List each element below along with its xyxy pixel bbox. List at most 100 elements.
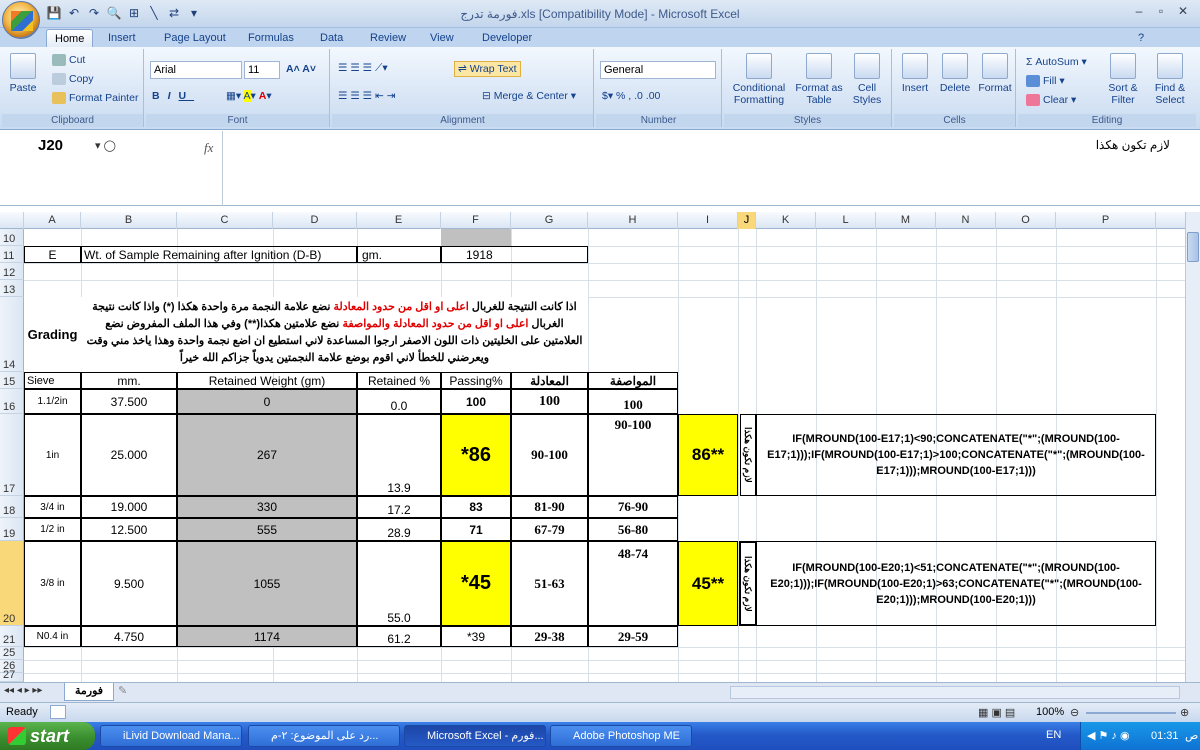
cell-passing[interactable]: *39 — [441, 626, 511, 647]
cell-retained-weight[interactable]: 0 — [177, 389, 357, 414]
header-equation[interactable]: المعادلة — [511, 372, 588, 389]
format-as-table-button[interactable]: Format as Table — [794, 53, 844, 106]
header-retained-weight[interactable]: Retained Weight (gm) — [177, 372, 357, 389]
header-mm[interactable]: mm. — [81, 372, 177, 389]
maximize-button[interactable]: ▫ — [1150, 4, 1172, 18]
row-header[interactable]: 13 — [0, 280, 24, 297]
cell-retained-pct[interactable]: 17.2 — [357, 496, 441, 518]
sort-filter-button[interactable]: Sort & Filter — [1100, 53, 1146, 106]
macro-record-icon[interactable] — [50, 705, 66, 719]
header-sieve[interactable]: Sieve — [24, 372, 81, 389]
tab-view[interactable]: View — [422, 29, 462, 47]
cell-sieve[interactable]: N0.4 in — [24, 626, 81, 647]
paste-button[interactable]: Paste — [6, 53, 40, 94]
col-header-p[interactable]: P — [1056, 212, 1156, 229]
minimize-button[interactable]: – — [1128, 4, 1150, 18]
cut-button[interactable]: Cut — [52, 53, 85, 67]
col-header-i[interactable]: I — [678, 212, 738, 229]
tab-home[interactable]: Home — [46, 29, 94, 47]
col-header-o[interactable]: O — [996, 212, 1056, 229]
vertical-scrollbar[interactable] — [1185, 212, 1200, 682]
cell-passing-highlight[interactable]: *45 — [441, 541, 511, 626]
row-header[interactable]: 25 — [0, 647, 24, 660]
format-cells-button[interactable]: Format — [976, 53, 1014, 94]
taskbar-item-ilivid[interactable]: iLivid Download Mana... — [100, 725, 242, 747]
col-header-g[interactable]: G — [511, 212, 588, 229]
instruction-note[interactable]: اذا كانت النتيجة للغربال اعلى او اقل من … — [81, 297, 588, 372]
help-icon[interactable]: ? — [1130, 29, 1152, 47]
cell-retained-weight[interactable]: 555 — [177, 518, 357, 541]
row-header[interactable]: 11 — [0, 246, 24, 263]
find-select-button[interactable]: Find & Select — [1148, 53, 1192, 106]
cell-passing[interactable]: 71 — [441, 518, 511, 541]
cell-spec[interactable]: 76-90 — [588, 496, 678, 518]
delete-cells-button[interactable]: Delete — [936, 53, 974, 94]
cell-retained-pct[interactable]: 0.0 — [357, 389, 441, 414]
sheet-nav-arrows[interactable]: ◂◂ ◂ ▸ ▸▸ — [4, 685, 42, 696]
row-header[interactable]: 17 — [0, 414, 24, 496]
horizontal-align-buttons[interactable]: ☰ ☰ ☰ ⇤ ⇥ — [338, 89, 396, 103]
header-passing[interactable]: Passing% — [441, 372, 511, 389]
cell-retained-weight[interactable]: 267 — [177, 414, 357, 496]
cell-equation[interactable]: 81-90 — [511, 496, 588, 518]
cell-spec[interactable]: 100 — [588, 389, 678, 414]
col-header-f[interactable]: F — [441, 212, 511, 229]
insert-cells-button[interactable]: Insert — [896, 53, 934, 94]
cell-note-vertical[interactable]: لازم تكون هكذا — [740, 414, 756, 496]
tab-data[interactable]: Data — [312, 29, 351, 47]
cell-sieve[interactable]: 3/8 in — [24, 541, 81, 626]
cell-equation[interactable]: 100 — [511, 389, 588, 414]
cell-styles-button[interactable]: Cell Styles — [846, 53, 888, 106]
cell-retained-pct[interactable]: 28.9 — [357, 518, 441, 541]
vertical-align-buttons[interactable]: ☰ ☰ ☰ ⟋▾ — [338, 61, 388, 75]
cell-equation[interactable]: 67-79 — [511, 518, 588, 541]
col-header-k[interactable]: K — [756, 212, 816, 229]
clear-button[interactable]: Clear ▾ — [1026, 93, 1076, 107]
col-header-e[interactable]: E — [357, 212, 441, 229]
col-header-d[interactable]: D — [273, 212, 357, 229]
grading-label[interactable]: Grading — [24, 297, 81, 372]
cell-passing[interactable]: 83 — [441, 496, 511, 518]
cell-sieve[interactable]: 3/4 in — [24, 496, 81, 518]
tab-developer[interactable]: Developer — [474, 29, 540, 47]
cell-mm[interactable]: 12.500 — [81, 518, 177, 541]
cell-mm[interactable]: 4.750 — [81, 626, 177, 647]
cell-equation[interactable]: 29-38 — [511, 626, 588, 647]
worksheet-grid[interactable]: 10 11 12 13 14 15 16 17 18 19 20 21 25 2… — [0, 229, 1185, 682]
header-retained-pct[interactable]: Retained % — [357, 372, 441, 389]
conditional-formatting-button[interactable]: Conditional Formatting — [728, 53, 790, 106]
tab-formulas[interactable]: Formulas — [240, 29, 302, 47]
format-painter-button[interactable]: Format Painter — [52, 91, 138, 105]
col-header-a[interactable]: A — [24, 212, 81, 229]
horizontal-scrollbar[interactable] — [730, 686, 1180, 699]
cell-formula-text[interactable]: IF(MROUND(100-E17;1)<90;CONCATENATE("*";… — [756, 414, 1156, 496]
cell-target-result[interactable]: 86** — [678, 414, 738, 496]
name-box-dropdown-icon[interactable]: ▾ ◯ — [95, 139, 116, 152]
header-spec[interactable]: المواصفة — [588, 372, 678, 389]
number-format-select[interactable]: General — [600, 61, 716, 79]
col-header-c[interactable]: C — [177, 212, 273, 229]
cell-retained-pct[interactable]: 55.0 — [357, 541, 441, 626]
formula-input[interactable]: لازم تكون هكذا — [1096, 138, 1170, 152]
close-button[interactable]: ✕ — [1172, 4, 1194, 18]
merge-center-button[interactable]: ⊟ Merge & Center ▾ — [482, 89, 576, 103]
view-buttons[interactable]: ▦ ▣ ▤ — [978, 706, 1015, 719]
cell-spec[interactable]: 56-80 — [588, 518, 678, 541]
row-header[interactable]: 10 — [0, 229, 24, 246]
office-button[interactable] — [2, 1, 40, 39]
cell-spec[interactable]: 90-100 — [588, 414, 678, 496]
zoom-out-icon[interactable]: ⊖ — [1070, 706, 1079, 719]
tab-page-layout[interactable]: Page Layout — [156, 29, 234, 47]
row-header[interactable]: 16 — [0, 389, 24, 414]
cell-equation[interactable]: 90-100 — [511, 414, 588, 496]
row-header[interactable]: 21 — [0, 626, 24, 647]
cell-mm[interactable]: 9.500 — [81, 541, 177, 626]
sheet-tab[interactable]: فورمة — [64, 683, 115, 701]
row-header[interactable]: 12 — [0, 263, 24, 280]
zoom-slider[interactable] — [1086, 712, 1176, 714]
font-size-select[interactable]: 11 — [244, 61, 280, 79]
select-all-corner[interactable] — [0, 212, 24, 229]
cell-equation[interactable]: 51-63 — [511, 541, 588, 626]
cell-mm[interactable]: 25.000 — [81, 414, 177, 496]
border-fill-color[interactable]: ▦▾ A▾ A▾ — [226, 89, 272, 103]
